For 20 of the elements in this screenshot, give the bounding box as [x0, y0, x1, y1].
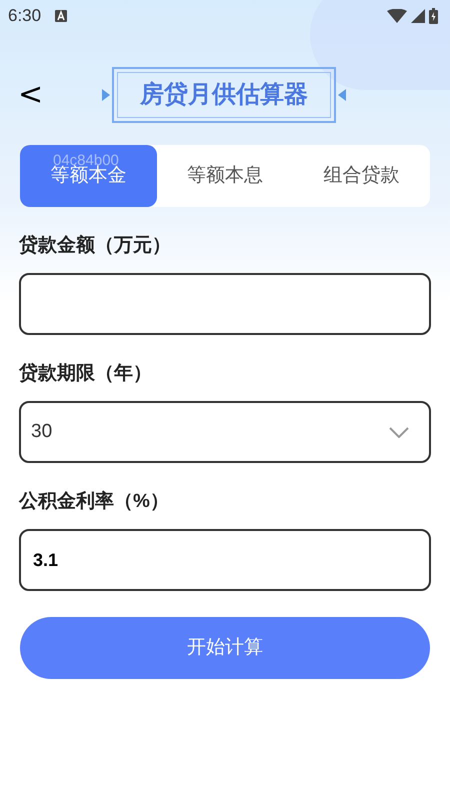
chevron-down-icon: [389, 426, 409, 438]
page-title: 房贷月供估算器: [117, 72, 331, 118]
triangle-icon: [102, 89, 110, 101]
triangle-icon: [338, 89, 346, 101]
tab[interactable]: 等额本息: [156, 145, 294, 207]
notification-icon: [55, 10, 68, 22]
input-field[interactable]: [19, 273, 431, 335]
field-label: 贷款金额（万元）: [19, 234, 172, 258]
calculate-button[interactable]: 开始计算: [20, 617, 430, 679]
input-field[interactable]: 3.1: [19, 529, 431, 591]
back-button[interactable]: <: [18, 80, 42, 110]
field-label: 贷款期限（年）: [19, 362, 153, 386]
tab[interactable]: 等额本金 04c84b00: [20, 145, 157, 207]
status-time: 6:30: [8, 5, 42, 28]
tab[interactable]: 组合贷款: [293, 145, 430, 207]
battery-icon: [429, 8, 438, 24]
field-label: 公积金利率（%）: [19, 490, 170, 514]
wifi-icon: [387, 9, 407, 23]
signal-icon: [411, 9, 425, 23]
dropdown-field[interactable]: 30: [19, 401, 431, 463]
